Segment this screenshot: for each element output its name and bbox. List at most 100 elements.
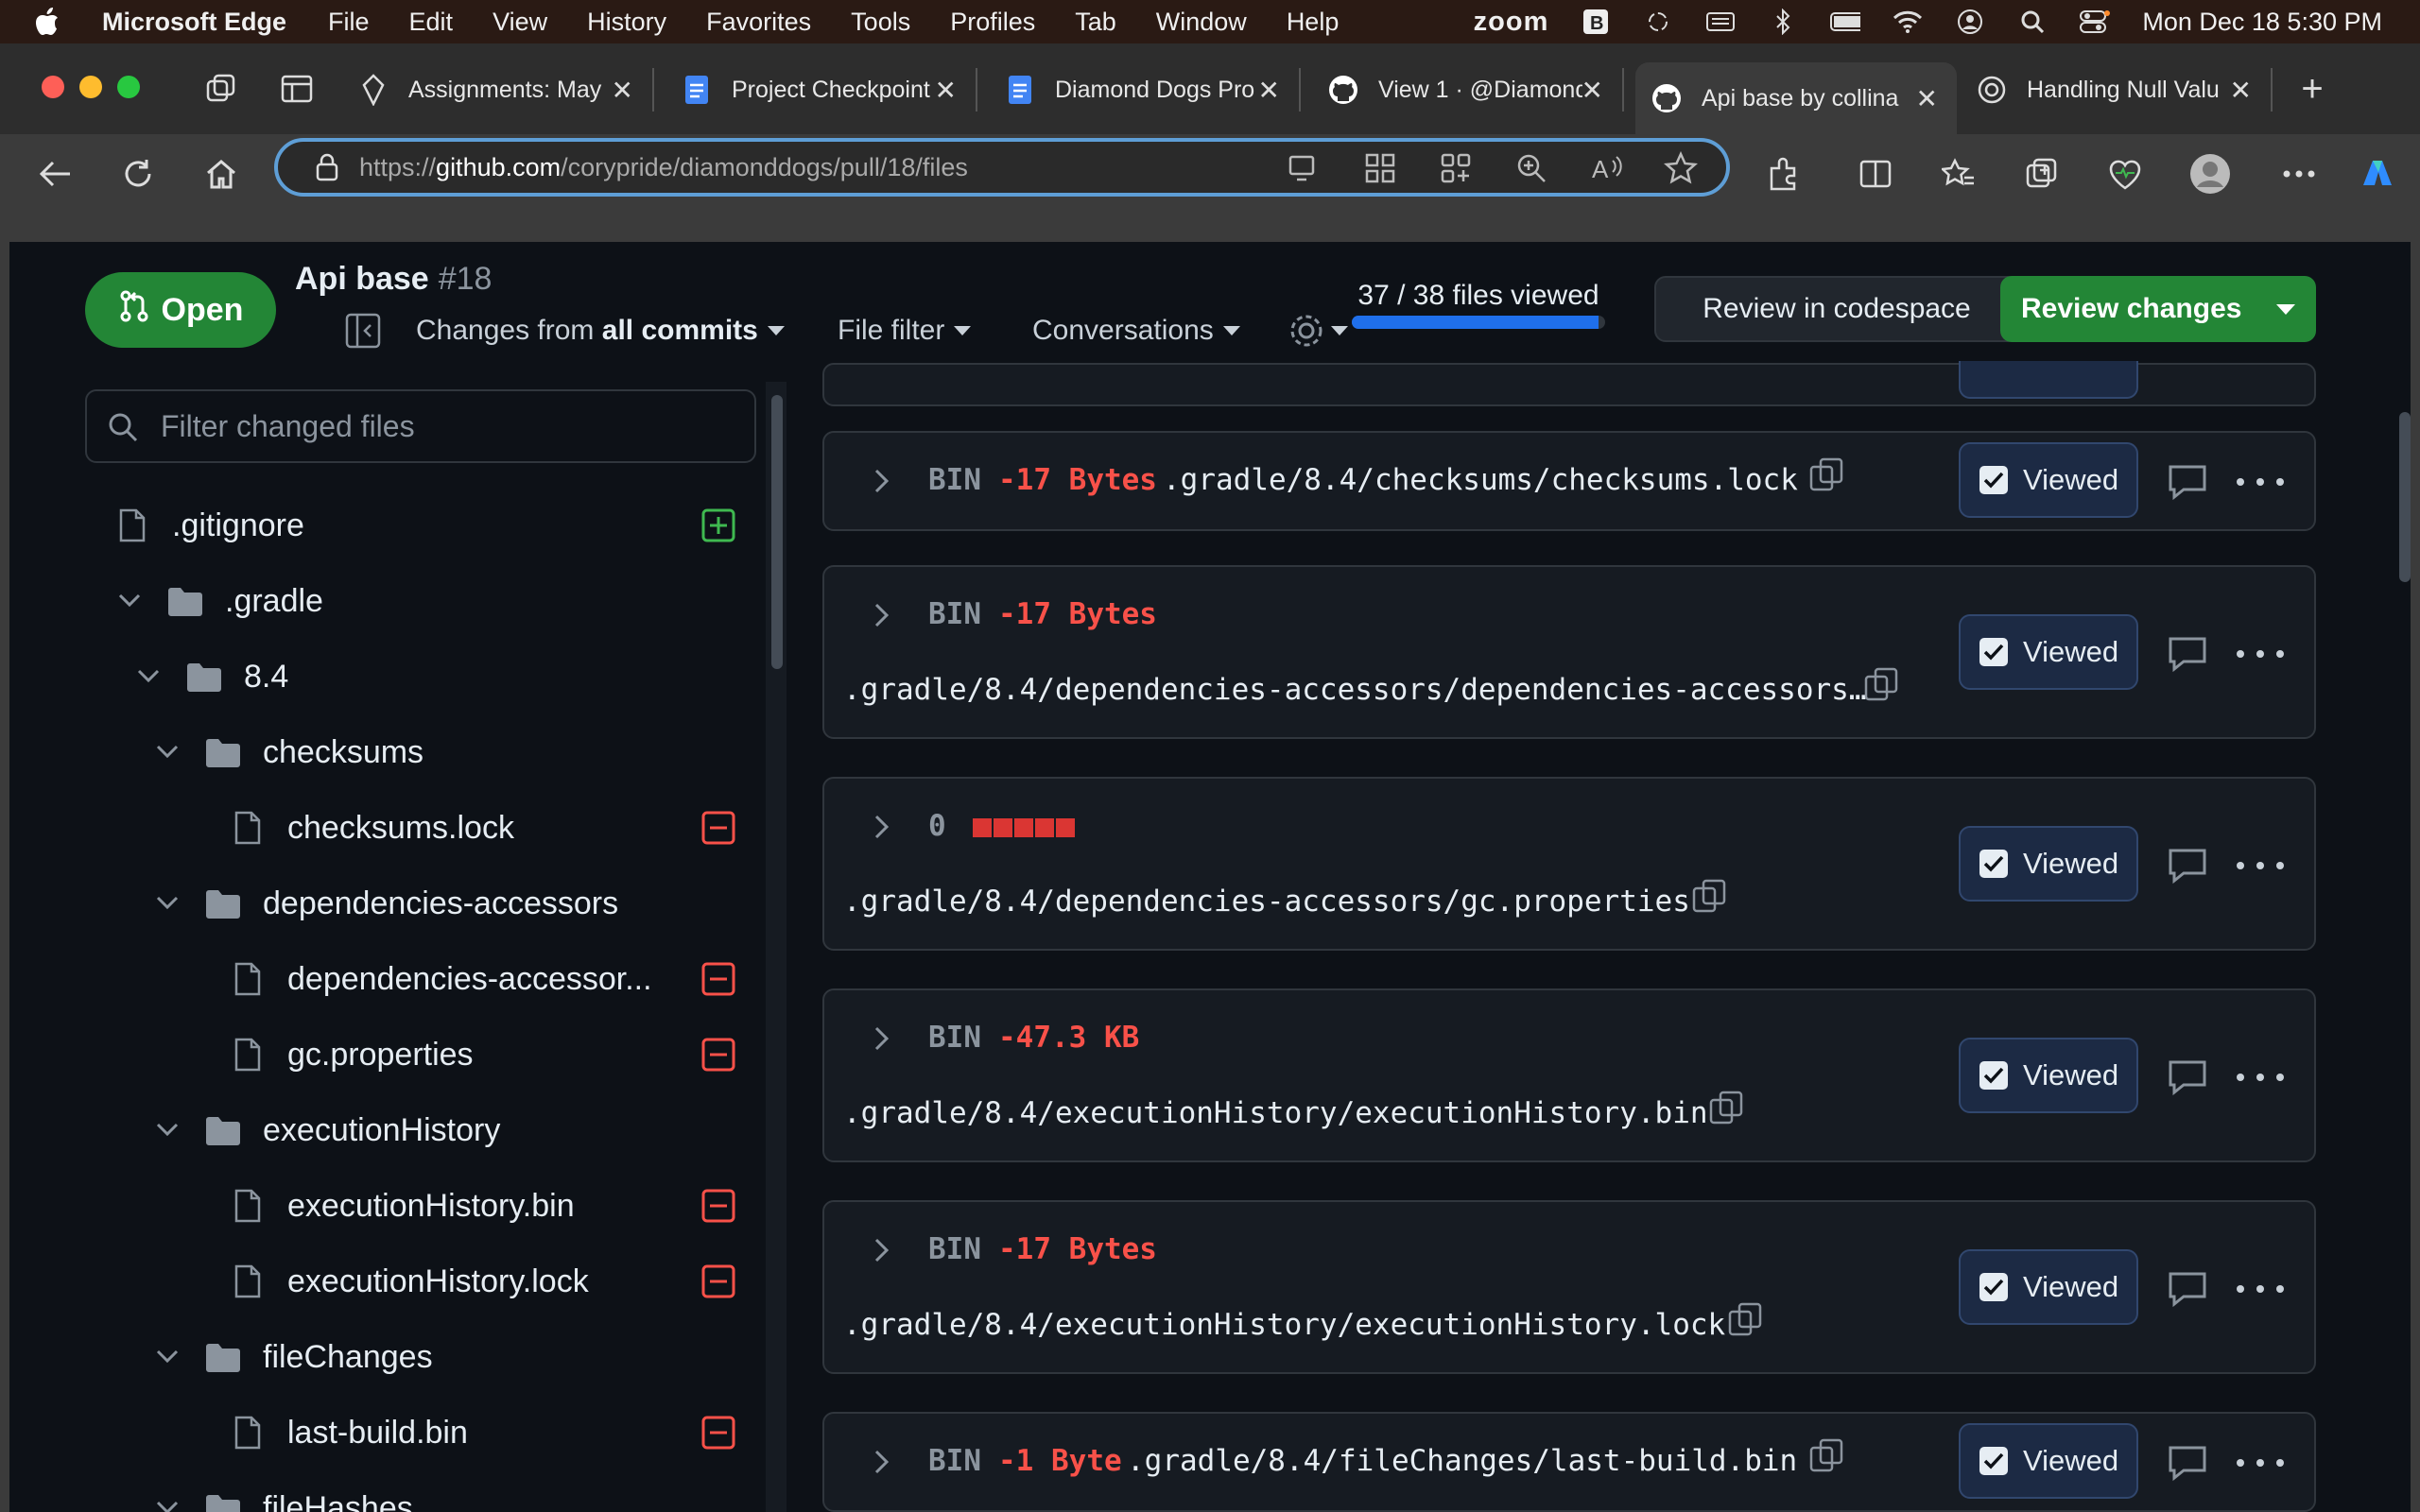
zoom-icon[interactable] bbox=[1514, 151, 1548, 192]
tree-folder-file-hashes[interactable]: fileHashes bbox=[9, 1470, 413, 1512]
viewed-toggle[interactable]: Viewed bbox=[1959, 826, 2138, 902]
diff-file-path[interactable]: .gradle/8.4/checksums/checksums.lock bbox=[1163, 463, 1798, 497]
browser-essentials-icon[interactable] bbox=[2104, 153, 2146, 195]
workspaces-icon[interactable] bbox=[200, 68, 242, 110]
viewed-toggle[interactable]: Viewed bbox=[1959, 1038, 2138, 1113]
refresh-icon[interactable] bbox=[117, 153, 159, 195]
comment-icon[interactable] bbox=[2167, 1268, 2208, 1310]
diff-file-path[interactable]: .gradle/8.4/dependencies-accessors/gc.pr… bbox=[843, 885, 1690, 919]
control-center-icon[interactable] bbox=[2080, 9, 2111, 35]
viewed-toggle[interactable]: Viewed bbox=[1959, 614, 2138, 690]
viewed-toggle-partial[interactable] bbox=[1959, 361, 2138, 399]
menu-app-name[interactable]: Microsoft Edge bbox=[102, 8, 286, 37]
keyboard-icon[interactable] bbox=[1705, 9, 1736, 35]
bold-b-icon[interactable]: B bbox=[1581, 9, 1611, 35]
menu-favorites[interactable]: Favorites bbox=[706, 8, 811, 37]
close-tab-icon[interactable]: ✕ bbox=[1258, 75, 1280, 106]
menu-edit[interactable]: Edit bbox=[409, 8, 454, 37]
more-options-icon[interactable] bbox=[2237, 845, 2284, 886]
user-account-icon[interactable] bbox=[1955, 9, 1985, 35]
file-filter-dropdown[interactable]: File filter bbox=[838, 306, 972, 355]
extensions-icon[interactable] bbox=[1762, 153, 1804, 195]
menu-help[interactable]: Help bbox=[1287, 8, 1340, 37]
apps-icon[interactable] bbox=[1439, 151, 1473, 192]
chevron-right-icon[interactable] bbox=[868, 1024, 896, 1053]
favorites-icon[interactable] bbox=[1938, 153, 1979, 195]
menu-tab[interactable]: Tab bbox=[1075, 8, 1116, 37]
viewed-toggle[interactable]: Viewed bbox=[1959, 1249, 2138, 1325]
chevron-right-icon[interactable] bbox=[868, 601, 896, 629]
copy-icon[interactable] bbox=[1862, 665, 1900, 703]
qr-code-icon[interactable] bbox=[1363, 151, 1397, 192]
copy-icon[interactable] bbox=[1726, 1300, 1764, 1338]
close-tab-icon[interactable]: ✕ bbox=[1916, 83, 1938, 114]
more-options-icon[interactable] bbox=[2237, 633, 2284, 675]
favorite-star-icon[interactable] bbox=[1663, 150, 1699, 192]
close-window-button[interactable] bbox=[42, 76, 64, 98]
tree-file-gitignore[interactable]: .gitignore bbox=[9, 488, 735, 563]
page-scrollbar-thumb[interactable] bbox=[2399, 412, 2411, 582]
more-options-icon[interactable] bbox=[2237, 1057, 2284, 1098]
diff-file-path[interactable]: .gradle/8.4/dependencies-accessors/depen… bbox=[843, 673, 1867, 707]
copy-icon[interactable] bbox=[1807, 455, 1845, 493]
close-tab-icon[interactable]: ✕ bbox=[935, 75, 957, 106]
comment-icon[interactable] bbox=[2167, 845, 2208, 886]
tab-project-checkpoint[interactable]: Project Checkpoint ✕ bbox=[666, 68, 977, 112]
vertical-tabs-icon[interactable] bbox=[276, 68, 318, 110]
more-options-icon[interactable] bbox=[2237, 1442, 2284, 1484]
menu-file[interactable]: File bbox=[328, 8, 370, 37]
menu-window[interactable]: Window bbox=[1156, 8, 1247, 37]
swirl-icon[interactable] bbox=[1643, 9, 1673, 35]
battery-icon[interactable] bbox=[1830, 9, 1861, 35]
address-bar[interactable]: https://github.com/corypride/diamonddogs… bbox=[274, 138, 1730, 197]
comment-icon[interactable] bbox=[2167, 1442, 2208, 1484]
chevron-right-icon[interactable] bbox=[868, 813, 896, 841]
comment-icon[interactable] bbox=[2167, 461, 2208, 503]
chevron-right-icon[interactable] bbox=[868, 1448, 896, 1476]
diff-settings-gear-icon[interactable] bbox=[1288, 306, 1348, 355]
tree-folder-gradle[interactable]: .gradle bbox=[9, 563, 323, 639]
viewed-toggle[interactable]: Viewed bbox=[1959, 442, 2138, 518]
copy-icon[interactable] bbox=[1707, 1089, 1745, 1126]
menu-profiles[interactable]: Profiles bbox=[950, 8, 1035, 37]
zoom-window-button[interactable] bbox=[117, 76, 140, 98]
tree-file-execution-history-bin[interactable]: executionHistory.bin bbox=[9, 1168, 735, 1244]
copy-icon[interactable] bbox=[1807, 1436, 1845, 1474]
menu-view[interactable]: View bbox=[493, 8, 547, 37]
review-in-codespace-button[interactable]: Review in codespace bbox=[1654, 276, 2019, 342]
comment-icon[interactable] bbox=[2167, 633, 2208, 675]
split-screen-icon[interactable] bbox=[1855, 153, 1896, 195]
minimize-window-button[interactable] bbox=[79, 76, 102, 98]
filter-changed-files-input[interactable]: Filter changed files bbox=[85, 389, 756, 463]
more-options-icon[interactable] bbox=[2237, 1268, 2284, 1310]
home-icon[interactable] bbox=[200, 153, 242, 195]
tree-file-dependencies-accessors[interactable]: dependencies-accessor... bbox=[9, 941, 735, 1017]
tab-view-1[interactable]: View 1 · @Diamond ✕ bbox=[1312, 68, 1624, 112]
back-icon[interactable] bbox=[34, 153, 76, 195]
viewed-toggle[interactable]: Viewed bbox=[1959, 1423, 2138, 1499]
tab-handling-null[interactable]: Handling Null Valu ✕ bbox=[1961, 68, 2273, 112]
spotlight-search-icon[interactable] bbox=[2017, 9, 2048, 35]
collections-icon[interactable] bbox=[2021, 153, 2063, 195]
review-changes-button[interactable]: Review changes bbox=[2000, 276, 2316, 342]
conversations-dropdown[interactable]: Conversations bbox=[1032, 306, 1240, 355]
tree-folder-dependencies-accessors[interactable]: dependencies-accessors bbox=[9, 866, 618, 941]
read-aloud-icon[interactable]: A bbox=[1590, 151, 1624, 192]
tab-api-base-active[interactable]: Api base by collina ✕ bbox=[1635, 62, 1957, 134]
lock-icon[interactable] bbox=[316, 153, 338, 181]
more-options-icon[interactable] bbox=[2237, 461, 2284, 503]
bluetooth-icon[interactable] bbox=[1768, 9, 1798, 35]
close-tab-icon[interactable]: ✕ bbox=[1582, 75, 1603, 106]
apple-icon[interactable] bbox=[34, 7, 70, 37]
tree-folder-execution-history[interactable]: executionHistory bbox=[9, 1092, 500, 1168]
zoom-status-item[interactable]: zoom bbox=[1474, 7, 1549, 38]
tab-diamond-dogs[interactable]: Diamond Dogs Pro ✕ bbox=[989, 68, 1301, 112]
diff-file-path[interactable]: .gradle/8.4/executionHistory/executionHi… bbox=[843, 1308, 1725, 1342]
tree-file-execution-history-lock[interactable]: executionHistory.lock bbox=[9, 1244, 735, 1319]
file-tree-scrollbar-thumb[interactable] bbox=[771, 395, 783, 669]
comment-icon[interactable] bbox=[2167, 1057, 2208, 1098]
tree-file-gc-properties[interactable]: gc.properties bbox=[9, 1017, 735, 1092]
menubar-clock[interactable]: Mon Dec 18 5:30 PM bbox=[2142, 8, 2382, 37]
copy-icon[interactable] bbox=[1690, 877, 1728, 915]
tab-assignments[interactable]: Assignments: May ✕ bbox=[342, 68, 654, 112]
